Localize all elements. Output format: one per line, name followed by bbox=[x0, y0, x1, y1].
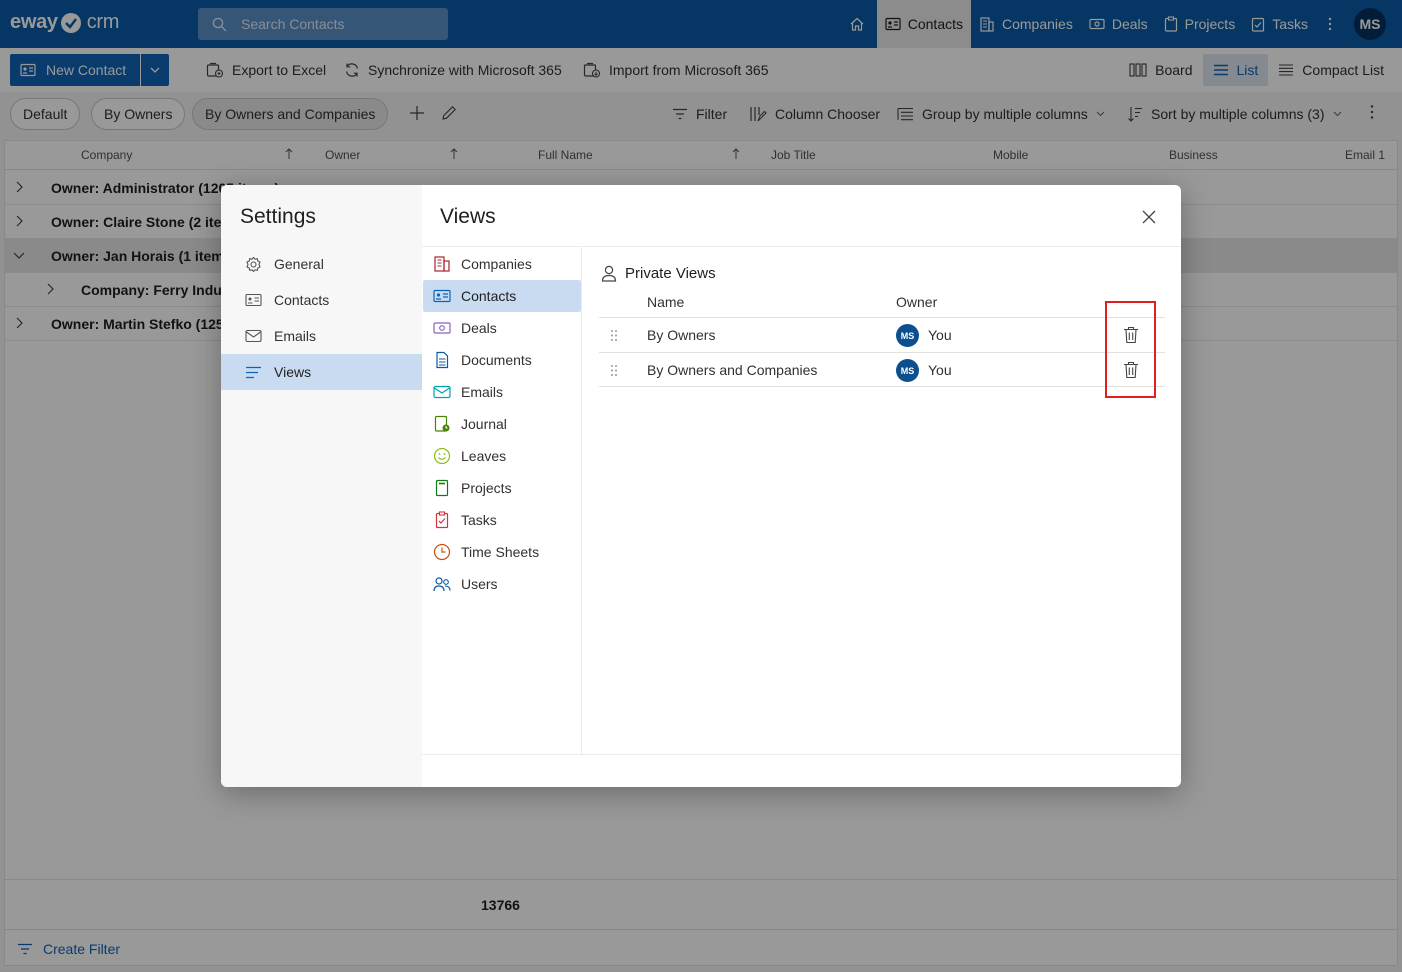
view-row[interactable]: By Owners MS You bbox=[599, 317, 1165, 352]
mail-icon bbox=[433, 385, 451, 399]
views-panel: Views Companies Contacts Deals Documents bbox=[422, 185, 1181, 787]
module-label: Documents bbox=[461, 352, 532, 368]
module-label: Journal bbox=[461, 416, 507, 432]
module-tasks[interactable]: Tasks bbox=[423, 504, 581, 536]
view-name: By Owners bbox=[647, 327, 716, 343]
view-name: By Owners and Companies bbox=[647, 362, 818, 378]
journal-icon bbox=[433, 415, 451, 433]
column-header-name: Name bbox=[647, 294, 685, 310]
module-label: Users bbox=[461, 576, 498, 592]
settings-nav-views[interactable]: Views bbox=[221, 354, 422, 390]
settings-nav-label: Emails bbox=[274, 328, 317, 344]
module-label: Deals bbox=[461, 320, 497, 336]
module-time-sheets[interactable]: Time Sheets bbox=[423, 536, 581, 568]
module-label: Projects bbox=[461, 480, 512, 496]
settings-title: Settings bbox=[240, 205, 316, 228]
owner-name: You bbox=[928, 362, 952, 378]
lines-icon bbox=[245, 366, 262, 379]
clock-icon bbox=[433, 543, 451, 561]
owner-avatar: MS bbox=[896, 324, 919, 347]
module-users[interactable]: Users bbox=[423, 568, 581, 600]
module-deals[interactable]: Deals bbox=[423, 312, 581, 344]
module-contacts[interactable]: Contacts bbox=[423, 280, 581, 312]
module-journal[interactable]: Journal bbox=[423, 408, 581, 440]
money-icon bbox=[433, 321, 451, 335]
users-icon bbox=[433, 576, 451, 592]
module-label: Leaves bbox=[461, 448, 507, 464]
module-label: Tasks bbox=[461, 512, 497, 528]
module-list: Companies Contacts Deals Documents Email… bbox=[422, 247, 582, 754]
drag-handle-icon[interactable] bbox=[610, 329, 618, 342]
mail-icon bbox=[245, 329, 262, 343]
contact-card-icon bbox=[245, 293, 262, 307]
module-emails[interactable]: Emails bbox=[423, 376, 581, 408]
module-documents[interactable]: Documents bbox=[423, 344, 581, 376]
owner-avatar: MS bbox=[896, 359, 919, 382]
module-leaves[interactable]: Leaves bbox=[423, 440, 581, 472]
drag-handle-icon[interactable] bbox=[610, 364, 618, 377]
module-label: Emails bbox=[461, 384, 504, 400]
owner-name: You bbox=[928, 327, 952, 343]
section-title: Private Views bbox=[625, 265, 716, 282]
settings-nav-label: Contacts bbox=[274, 292, 330, 308]
settings-sidebar: Settings General Contacts Emails Views bbox=[221, 185, 422, 787]
building-icon bbox=[433, 255, 451, 273]
gear-icon bbox=[245, 256, 262, 273]
module-label: Time Sheets bbox=[461, 544, 540, 560]
private-views-section: Private Views Name Owner By Owners MS Yo… bbox=[583, 247, 1181, 754]
clipboard-icon bbox=[433, 479, 451, 497]
delete-buttons-highlight bbox=[1105, 301, 1156, 398]
smiley-icon bbox=[433, 447, 451, 465]
module-label: Contacts bbox=[461, 288, 517, 304]
module-label: Companies bbox=[461, 256, 532, 272]
settings-nav-contacts[interactable]: Contacts bbox=[221, 282, 422, 318]
view-row[interactable]: By Owners and Companies MS You bbox=[599, 352, 1165, 387]
person-icon bbox=[601, 265, 617, 282]
settings-nav-label: Views bbox=[274, 364, 312, 380]
settings-nav-label: General bbox=[274, 256, 324, 272]
module-companies[interactable]: Companies bbox=[423, 248, 581, 280]
task-icon bbox=[433, 511, 451, 529]
settings-dialog: Settings General Contacts Emails Views V… bbox=[221, 185, 1181, 787]
views-title: Views bbox=[440, 205, 496, 228]
module-projects[interactable]: Projects bbox=[423, 472, 581, 504]
settings-nav-emails[interactable]: Emails bbox=[221, 318, 422, 354]
close-icon[interactable] bbox=[1139, 207, 1159, 227]
settings-nav-general[interactable]: General bbox=[221, 246, 422, 282]
document-icon bbox=[433, 351, 451, 369]
private-views-heading: Private Views bbox=[601, 265, 716, 282]
column-header-owner: Owner bbox=[896, 294, 938, 310]
contact-card-icon bbox=[433, 289, 451, 303]
